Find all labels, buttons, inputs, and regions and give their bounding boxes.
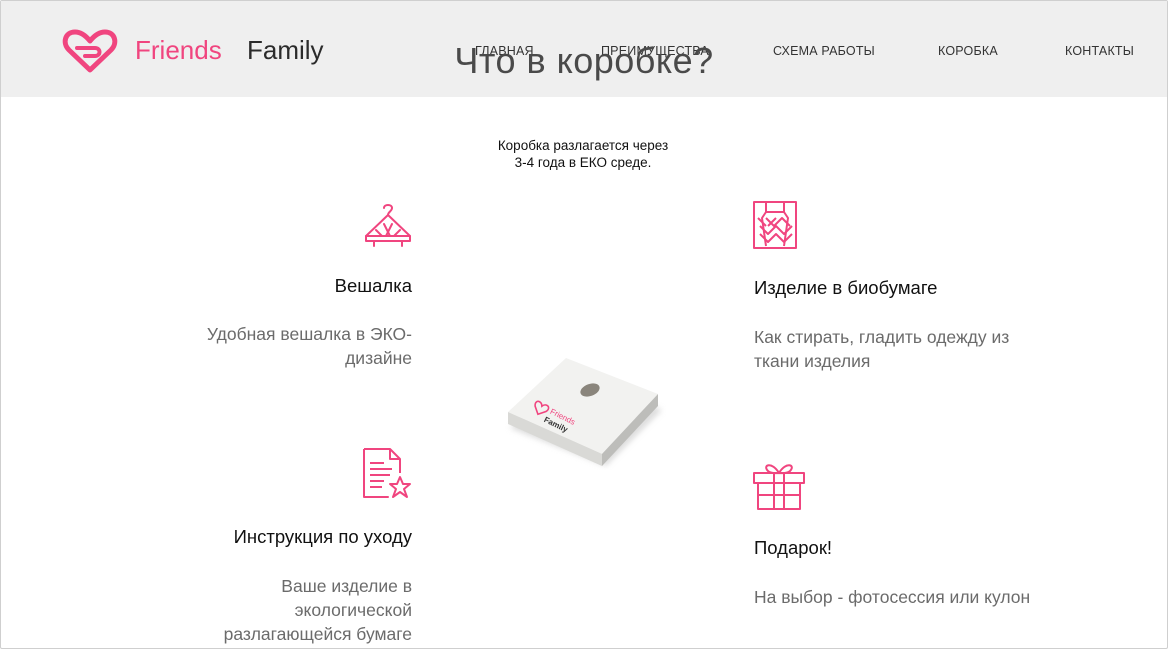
feature-title-gift: Подарок! [754,537,833,558]
feature-title-instructions: Инструкция по уходу [233,526,412,547]
feature-title-biopaper: Изделие в биобумаге [754,277,938,298]
feature-title-hanger: Вешалка [334,275,412,296]
feature-desc-biopaper: Как стирать, гладить одежду из ткани изд… [754,327,1010,371]
feature-desc-gift: На выбор - фотосессия или кулон [754,587,1031,607]
section-title: Что в коробке? [454,40,714,81]
sweater-icon [753,201,797,249]
eco-note: Коробка разлагается через 3-4 года в ЕКО… [497,138,669,170]
product-box-image: Friends Family [508,358,662,466]
feature-desc-instructions: Ваше изделие в экологической разлагающей… [223,576,412,644]
gift-icon [753,464,805,510]
feature-desc-hanger: Удобная вешалка в ЭКО-дизайне [206,324,412,368]
document-star-icon [363,448,411,498]
hanger-icon [365,204,411,247]
